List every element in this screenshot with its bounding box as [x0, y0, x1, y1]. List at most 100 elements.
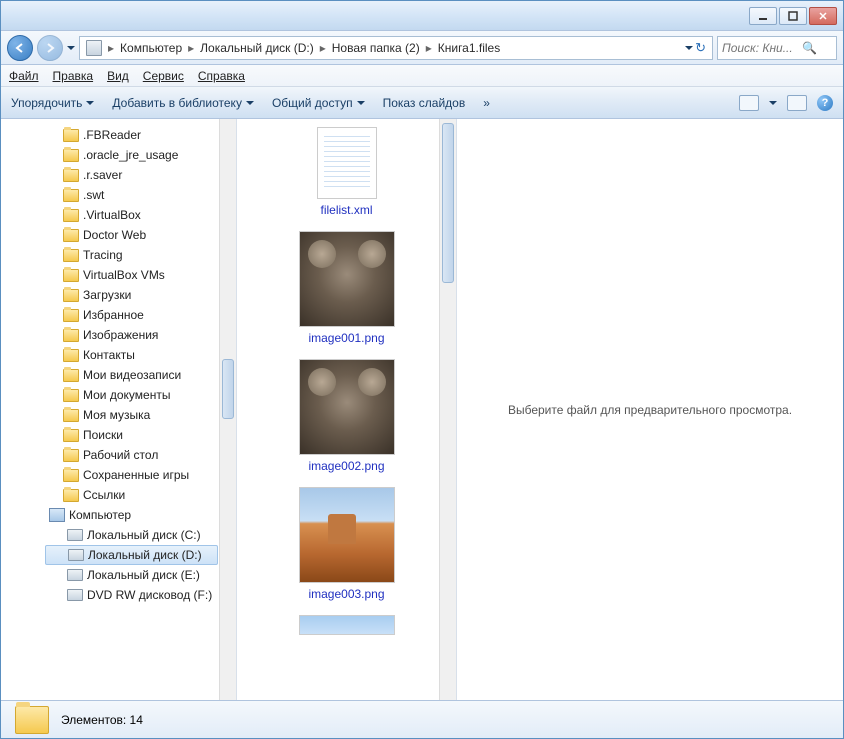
path-dropdown-icon[interactable]	[685, 46, 693, 50]
tree-label: Локальный диск (C:)	[87, 528, 201, 542]
breadcrumb-item[interactable]: Локальный диск (D:)	[196, 37, 318, 59]
view-mode-button[interactable]	[739, 95, 759, 111]
tree-item[interactable]: Ссылки	[1, 485, 236, 505]
breadcrumb-item[interactable]: Новая папка (2)	[328, 37, 424, 59]
menu-help[interactable]: Справка	[198, 69, 245, 83]
search-input[interactable]	[722, 41, 802, 55]
image-thumbnail	[299, 615, 395, 635]
folder-icon	[63, 229, 79, 242]
file-item[interactable]: image002.png	[267, 359, 427, 473]
tree-item[interactable]: Загрузки	[1, 285, 236, 305]
tree-drive[interactable]: Локальный диск (E:)	[1, 565, 236, 585]
tree-label: Рабочий стол	[83, 448, 158, 462]
folder-icon	[63, 269, 79, 282]
drive-icon	[86, 40, 102, 56]
tree-label: Сохраненные игры	[83, 468, 189, 482]
slideshow-button[interactable]: Показ слайдов	[383, 96, 466, 110]
search-icon[interactable]: 🔍	[802, 41, 817, 55]
tree-computer[interactable]: Компьютер	[1, 505, 236, 525]
breadcrumb-bar[interactable]: ▸ Компьютер ▸ Локальный диск (D:) ▸ Нова…	[79, 36, 713, 60]
folder-icon	[15, 706, 49, 734]
folder-icon	[63, 209, 79, 222]
file-item[interactable]: filelist.xml	[267, 127, 427, 217]
menu-edit[interactable]: Правка	[53, 69, 94, 83]
file-name: image001.png	[308, 331, 384, 345]
close-button[interactable]	[809, 7, 837, 25]
tree-drive[interactable]: Локальный диск (C:)	[1, 525, 236, 545]
preview-toggle-button[interactable]	[787, 95, 807, 111]
tree-item[interactable]: .swt	[1, 185, 236, 205]
folder-icon	[63, 329, 79, 342]
scrollbar-thumb[interactable]	[442, 123, 454, 283]
body-area: .FBReader .oracle_jre_usage .r.saver.swt .V…	[1, 119, 843, 700]
tree-item[interactable]: .VirtualBox	[1, 205, 236, 225]
file-name: filelist.xml	[320, 203, 372, 217]
folder-icon	[63, 409, 79, 422]
tree-label: .oracle_jre_usage	[83, 148, 178, 162]
tree-item[interactable]: Tracing	[1, 245, 236, 265]
breadcrumb-item[interactable]: Книга1.files	[434, 37, 504, 59]
folder-icon	[63, 309, 79, 322]
add-library-button[interactable]: Добавить в библиотеку	[112, 96, 254, 110]
maximize-button[interactable]	[779, 7, 807, 25]
menu-tools[interactable]: Сервис	[143, 69, 184, 83]
tree-label: .FBReader	[83, 128, 141, 142]
file-item[interactable]	[267, 615, 427, 635]
toolbar: Упорядочить Добавить в библиотеку Общий …	[1, 87, 843, 119]
tree-item[interactable]: Изображения	[1, 325, 236, 345]
tree-label: Поиски	[83, 428, 123, 442]
tree-item[interactable]: Мои видеозаписи	[1, 365, 236, 385]
tree-item[interactable]: .r.saver	[1, 165, 236, 185]
file-item[interactable]: image003.png	[267, 487, 427, 601]
tree-item[interactable]: Контакты	[1, 345, 236, 365]
tree-item[interactable]: Сохраненные игры	[1, 465, 236, 485]
help-icon[interactable]: ?	[817, 95, 833, 111]
refresh-icon[interactable]: ↻	[695, 40, 706, 56]
menu-view[interactable]: Вид	[107, 69, 129, 83]
tree-drive[interactable]: DVD RW дисковод (F:)	[1, 585, 236, 605]
history-dropdown-icon[interactable]	[67, 46, 75, 50]
tree-drive[interactable]: Локальный диск (D:)	[45, 545, 218, 565]
tree-item[interactable]: .FBReader	[1, 125, 236, 145]
share-button[interactable]: Общий доступ	[272, 96, 365, 110]
tree-item[interactable]: Избранное	[1, 305, 236, 325]
tree-label: Избранное	[83, 308, 144, 322]
drive-icon	[67, 589, 83, 601]
minimize-button[interactable]	[749, 7, 777, 25]
tree-label: DVD RW дисковод (F:)	[87, 588, 212, 602]
tree-item[interactable]: Моя музыка	[1, 405, 236, 425]
tree-item[interactable]: VirtualBox VMs	[1, 265, 236, 285]
folder-icon	[63, 169, 79, 182]
drive-icon	[68, 549, 84, 561]
status-count: Элементов: 14	[61, 713, 143, 727]
tree-item[interactable]: Мои документы	[1, 385, 236, 405]
nav-bar: ▸ Компьютер ▸ Локальный диск (D:) ▸ Нова…	[1, 31, 843, 65]
computer-icon	[49, 508, 65, 522]
tree-item[interactable]: Рабочий стол	[1, 445, 236, 465]
view-dropdown-icon[interactable]	[769, 101, 777, 105]
explorer-window: ▸ Компьютер ▸ Локальный диск (D:) ▸ Нова…	[0, 0, 844, 739]
breadcrumb-item[interactable]: Компьютер	[116, 37, 186, 59]
tree-item[interactable]: Doctor Web	[1, 225, 236, 245]
forward-button[interactable]	[37, 35, 63, 61]
tree-label: .VirtualBox	[83, 208, 141, 222]
folder-tree: .FBReader .oracle_jre_usage .r.saver.swt .V…	[1, 119, 237, 700]
tree-scrollbar[interactable]	[219, 119, 236, 700]
file-item[interactable]: image001.png	[267, 231, 427, 345]
search-box[interactable]: 🔍	[717, 36, 837, 60]
back-button[interactable]	[7, 35, 33, 61]
titlebar	[1, 1, 843, 31]
menu-file[interactable]: Файл	[9, 69, 39, 83]
organize-button[interactable]: Упорядочить	[11, 96, 94, 110]
tree-label: Tracing	[83, 248, 123, 262]
toolbar-more[interactable]: »	[483, 96, 490, 110]
tree-item[interactable]: .oracle_jre_usage	[1, 145, 236, 165]
drive-icon	[67, 569, 83, 581]
content-scrollbar[interactable]	[439, 119, 456, 700]
tree-item[interactable]: Поиски	[1, 425, 236, 445]
image-thumbnail	[299, 487, 395, 583]
image-thumbnail	[299, 359, 395, 455]
scrollbar-thumb[interactable]	[222, 359, 234, 419]
file-list: filelist.xml image001.png image002.png imag…	[237, 119, 457, 700]
tree-label: Изображения	[83, 328, 158, 342]
